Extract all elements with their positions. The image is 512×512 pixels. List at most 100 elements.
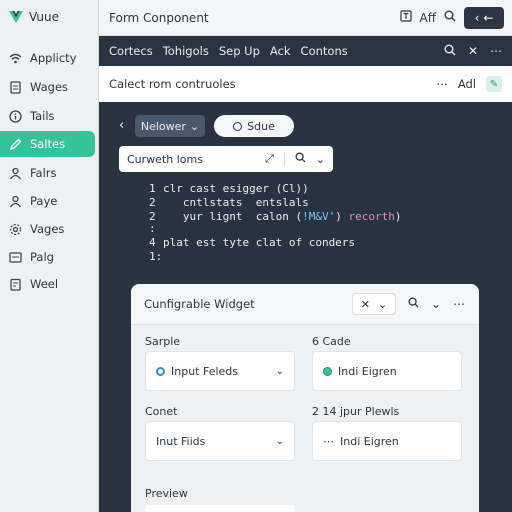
sidebar-item-label: Tails <box>30 109 55 123</box>
field-label: Conet <box>145 405 178 418</box>
field-value: Input Feleds <box>171 364 239 378</box>
field-label: 2 14 jpur Plewls <box>312 405 400 418</box>
sidebar-item-wages[interactable]: Wages <box>0 74 95 100</box>
sidebar-item-label: Wages <box>30 80 69 94</box>
add-label[interactable]: Adl <box>458 77 476 91</box>
brand[interactable]: Vuue <box>9 10 59 24</box>
line-number: 4 <box>149 236 156 249</box>
sidebar-item-label: Weel <box>30 277 59 291</box>
line-number: 2 <box>149 196 156 209</box>
code-text: yur lignt calon ( <box>163 210 303 223</box>
search-input[interactable]: Curweth loms ⤢ ⌄ <box>119 146 333 172</box>
info-circle-icon <box>9 109 22 123</box>
radio-icon <box>233 121 243 131</box>
wifi-icon <box>9 52 22 65</box>
card-title: Cunfigrable Widget <box>144 297 255 311</box>
sidebar-item-label: Palg <box>30 250 54 264</box>
sidebar-item-vages[interactable]: Vages <box>0 216 95 242</box>
edit-icon[interactable]: ✎ <box>486 76 502 92</box>
field-label: 6 Cade <box>312 335 351 348</box>
inut-fiids-select[interactable]: Inut Fiids ⌄ <box>145 421 295 461</box>
chevron-left-icon[interactable]: ‹ <box>119 118 124 133</box>
search-tools: ⤢ ⌄ <box>265 152 325 166</box>
input-fields-select[interactable]: Input Feleds ⌄ <box>145 351 295 391</box>
indi-eigren-field-2[interactable]: ⋯ Indi Eigren <box>312 421 462 461</box>
sidebar-item-label: Paye <box>30 194 58 208</box>
sidebar-item-paye[interactable]: Paye <box>0 188 95 214</box>
search-icon[interactable] <box>408 297 419 311</box>
sidebar: Vuue Applicty Wages Tails Saltes Falrs P… <box>0 0 99 512</box>
clipboard-icon <box>9 278 22 291</box>
menu-item-contons[interactable]: Contons <box>301 44 348 58</box>
section-title: Calect rom contruoles <box>109 77 236 91</box>
menu-item-tohigols[interactable]: Tohigols <box>163 44 209 58</box>
preview-area <box>145 505 295 512</box>
sidebar-item-tails[interactable]: Tails <box>0 103 95 129</box>
more-icon[interactable]: ⋯ <box>453 297 465 311</box>
code-line: clr cast esigger (Cl)) <box>163 182 309 195</box>
app-name: Vuue <box>29 10 59 24</box>
sidebar-item-palg[interactable]: Palg <box>0 244 95 270</box>
vue-logo-icon <box>9 11 23 23</box>
sidebar-item-weel[interactable]: Weel <box>0 271 95 297</box>
code-line: yur lignt calon (!M&V') recorth) <box>163 210 402 223</box>
search-icon[interactable] <box>444 44 456 59</box>
menu-bar: Cortecs Tohigols Sep Up Ack Contons ✕ ⋯ <box>99 36 512 66</box>
chevron-down-icon[interactable]: ⌄ <box>316 153 325 166</box>
close-dropdown[interactable]: ✕ ⌄ <box>351 293 396 315</box>
network-filter-label: Nelower <box>140 119 186 133</box>
document-icon <box>9 80 22 94</box>
main-panel: Form Conponent Aff ‹ ← Cortecs Tohigols … <box>99 0 512 512</box>
preview-label: Preview <box>145 487 188 500</box>
sidebar-item-label: Saltes <box>30 137 66 151</box>
indi-eigren-field[interactable]: Indi Eigren <box>312 351 462 391</box>
code-token-keyword: recorth <box>348 210 395 223</box>
network-filter-dropdown[interactable]: Nelower ⌄ <box>135 115 205 137</box>
sidebar-item-label: Applicty <box>30 51 77 65</box>
sidebar-item-label: Vages <box>30 222 65 236</box>
close-icon[interactable]: ✕ <box>468 44 478 59</box>
pin-icon[interactable]: ⤢ <box>265 152 274 166</box>
title-tools: Aff <box>399 10 456 25</box>
search-icon[interactable] <box>295 152 306 166</box>
sidebar-item-saltes[interactable]: Saltes <box>0 131 95 157</box>
export-icon[interactable] <box>399 10 412 25</box>
back-button[interactable]: ‹ ← <box>464 7 504 29</box>
line-number: 1 <box>149 182 156 195</box>
more-icon[interactable]: ⋯ <box>436 77 448 91</box>
code-text: ) <box>335 210 349 223</box>
source-label: Sdue <box>247 119 275 133</box>
person-icon <box>9 167 22 180</box>
title-tool-label[interactable]: Aff <box>420 11 436 25</box>
more-icon[interactable]: ⋯ <box>490 44 502 59</box>
field-label: Sarple <box>145 335 181 348</box>
chevron-left-icon: ‹ <box>474 11 480 25</box>
code-token-string: !M&V' <box>302 210 336 223</box>
chevron-down-icon: ⌄ <box>189 119 200 133</box>
chevron-updown-icon: ⌄ <box>275 365 284 377</box>
pencil-icon <box>9 138 22 151</box>
gear-icon <box>9 223 22 236</box>
menu-item-cortecs[interactable]: Cortecs <box>109 44 153 58</box>
card-header: Cunfigrable Widget ✕ ⌄ ⌄ ⋯ <box>131 284 479 324</box>
menu-tools: ✕ ⋯ <box>444 44 502 59</box>
search-icon[interactable] <box>444 10 456 25</box>
sidebar-item-label: Falrs <box>30 166 57 180</box>
menu-item-ack[interactable]: Ack <box>270 44 291 58</box>
page-title: Form Conponent <box>109 10 209 25</box>
dots-icon: ⋯ <box>323 434 334 448</box>
divider <box>283 152 285 166</box>
card-tools: ✕ ⌄ ⌄ ⋯ <box>351 293 465 315</box>
sidebar-item-falrs[interactable]: Falrs <box>0 160 95 186</box>
line-number: : <box>149 222 156 235</box>
title-bar: Form Conponent Aff ‹ ← <box>99 0 512 36</box>
person-icon <box>9 195 22 208</box>
configurable-widget-card: Cunfigrable Widget ✕ ⌄ ⌄ ⋯ Sarple Input … <box>131 284 479 512</box>
chevron-down-icon[interactable]: ⌄ <box>431 297 441 311</box>
field-value: Indi Eigren <box>338 364 397 378</box>
chevron-down-icon: ⌄ <box>377 297 388 311</box>
source-toggle[interactable]: Sdue <box>214 115 294 137</box>
menu-item-sep-up[interactable]: Sep Up <box>219 44 260 58</box>
sidebar-item-applicty[interactable]: Applicty <box>0 45 95 71</box>
code-text: ) <box>394 210 402 223</box>
